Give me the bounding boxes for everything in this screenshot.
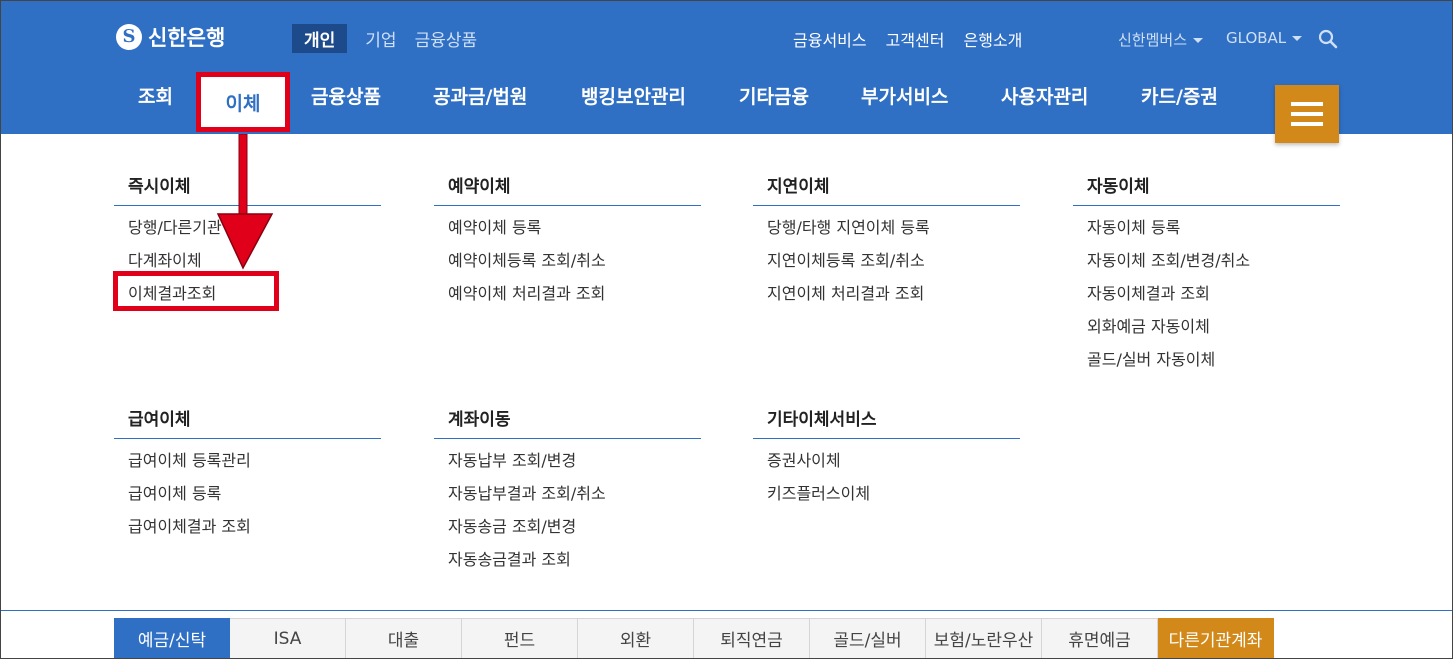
tab-deposit-trust[interactable]: 예금/신탁 [114,618,230,659]
menu-column-title: 계좌이동 [434,405,701,439]
menu-column-title: 자동이체 [1073,172,1340,206]
tab-loan[interactable]: 대출 [346,618,462,659]
caret-down-icon [1193,38,1204,43]
menu-link[interactable]: 자동이체 등록 [1087,218,1340,251]
site-header: 신한은행 개인 기업 금융상품 금융서비스 고객센터 은행소개 신한멤버스 GL… [0,0,1453,134]
customer-segment-tabs: 개인 기업 금융상품 [292,24,477,53]
hamburger-icon-line [1291,112,1323,116]
menu-link[interactable]: 예약이체 등록 [448,218,701,251]
menu-link[interactable]: 자동이체 조회/변경/취소 [1087,251,1340,284]
utility-links: 금융서비스 고객센터 은행소개 [793,27,1022,51]
shinhan-logo-icon [116,24,142,50]
menu-link[interactable]: 당행/타행 지연이체 등록 [767,218,1020,251]
menu-link[interactable]: 지연이체등록 조회/취소 [767,251,1020,284]
nav-other-finance[interactable]: 기타금융 [739,82,809,109]
menu-column-delayed: 지연이체 당행/타행 지연이체 등록 지연이체등록 조회/취소 지연이체 처리결… [753,172,1020,317]
member-label: 신한멤버스 [1118,31,1188,49]
nav-utility-court[interactable]: 공과금/법원 [433,82,527,109]
menu-link-own-other-bank[interactable]: 당행/다른기관 [128,218,381,251]
nav-inquiry[interactable]: 조회 [138,82,173,109]
menu-link[interactable]: 자동송금결과 조회 [448,550,701,583]
hamburger-icon-line [1291,102,1323,106]
util-customer-center[interactable]: 고객센터 [886,27,945,51]
util-financial-services[interactable]: 금융서비스 [793,27,867,51]
menu-link[interactable]: 키즈플러스이체 [767,484,1020,517]
logo-text: 신한은행 [148,26,226,50]
tab-pension[interactable]: 퇴직연금 [694,618,810,659]
util-bank-intro[interactable]: 은행소개 [964,27,1023,51]
product-tab-bar: 예금/신탁 ISA 대출 펀드 외환 퇴직연금 골드/실버 보험/노란우산 휴면… [114,618,1274,659]
menu-column-other-transfer: 기타이체서비스 증권사이체 키즈플러스이체 [753,405,1020,517]
menu-link[interactable]: 지연이체 처리결과 조회 [767,284,1020,317]
menu-column-salary: 급여이체 급여이체 등록관리 급여이체 등록 급여이체결과 조회 [114,405,381,550]
menu-link-multi-account[interactable]: 다계좌이체 [128,251,381,284]
menu-column-title: 기타이체서비스 [753,405,1020,439]
shinhan-members-dropdown[interactable]: 신한멤버스 [1118,29,1204,50]
segment-products[interactable]: 금융상품 [415,24,478,53]
menu-column-title: 지연이체 [753,172,1020,206]
menu-link[interactable]: 급여이체 등록 [128,484,381,517]
tab-dormant-deposit[interactable]: 휴면예금 [1042,618,1158,659]
tab-gold-silver[interactable]: 골드/실버 [810,618,926,659]
nav-card-securities[interactable]: 카드/증권 [1141,82,1218,109]
global-label: GLOBAL [1226,29,1287,47]
tab-isa[interactable]: ISA [230,618,346,659]
menu-link[interactable]: 자동송금 조회/변경 [448,517,701,550]
caret-down-icon [1292,36,1303,41]
menu-column-title: 예약이체 [434,172,701,206]
tab-fund[interactable]: 펀드 [462,618,578,659]
tab-foreign-exchange[interactable]: 외환 [578,618,694,659]
menu-link[interactable]: 급여이체 등록관리 [128,451,381,484]
nav-financial-products[interactable]: 금융상품 [311,82,381,109]
hamburger-icon-line [1291,122,1323,126]
global-dropdown[interactable]: GLOBAL [1226,29,1303,47]
shinhan-logo[interactable]: 신한은행 [116,22,225,52]
menu-link[interactable]: 자동이체결과 조회 [1087,284,1340,317]
nav-user-management[interactable]: 사용자관리 [1001,82,1088,109]
menu-column-account-move: 계좌이동 자동납부 조회/변경 자동납부결과 조회/취소 자동송금 조회/변경 … [434,405,701,583]
menu-link-transfer-result[interactable]: 이체결과조회 [128,284,381,317]
menu-column-title: 급여이체 [114,405,381,439]
menu-link[interactable]: 골드/실버 자동이체 [1087,350,1340,383]
tab-other-institution[interactable]: 다른기관계좌 [1158,618,1274,659]
menu-link[interactable]: 예약이체등록 조회/취소 [448,251,701,284]
hamburger-menu-button[interactable] [1275,85,1339,143]
menu-link[interactable]: 예약이체 처리결과 조회 [448,284,701,317]
menu-link[interactable]: 자동납부 조회/변경 [448,451,701,484]
main-navigation: 조회 이체 금융상품 공과금/법원 뱅킹보안관리 기타금융 부가서비스 사용자관… [0,72,1260,132]
search-icon[interactable] [1318,29,1338,49]
menu-link[interactable]: 외화예금 자동이체 [1087,317,1340,350]
menu-link[interactable]: 증권사이체 [767,451,1020,484]
menu-column-reserved: 예약이체 예약이체 등록 예약이체등록 조회/취소 예약이체 처리결과 조회 [434,172,701,317]
segment-corporate[interactable]: 기업 [365,24,396,53]
segment-personal[interactable]: 개인 [292,24,348,53]
section-divider [0,610,1453,611]
menu-column-instant: 즉시이체 당행/다른기관 다계좌이체 이체결과조회 [114,172,381,317]
menu-link[interactable]: 급여이체결과 조회 [128,517,381,550]
menu-link[interactable]: 자동납부결과 조회/취소 [448,484,701,517]
tab-insurance[interactable]: 보험/노란우산 [926,618,1042,659]
nav-extra-services[interactable]: 부가서비스 [861,82,948,109]
menu-column-title: 즉시이체 [114,172,381,206]
nav-banking-security[interactable]: 뱅킹보안관리 [581,82,686,109]
menu-column-auto: 자동이체 자동이체 등록 자동이체 조회/변경/취소 자동이체결과 조회 외화예… [1073,172,1340,383]
nav-transfer[interactable]: 이체 [196,72,290,132]
